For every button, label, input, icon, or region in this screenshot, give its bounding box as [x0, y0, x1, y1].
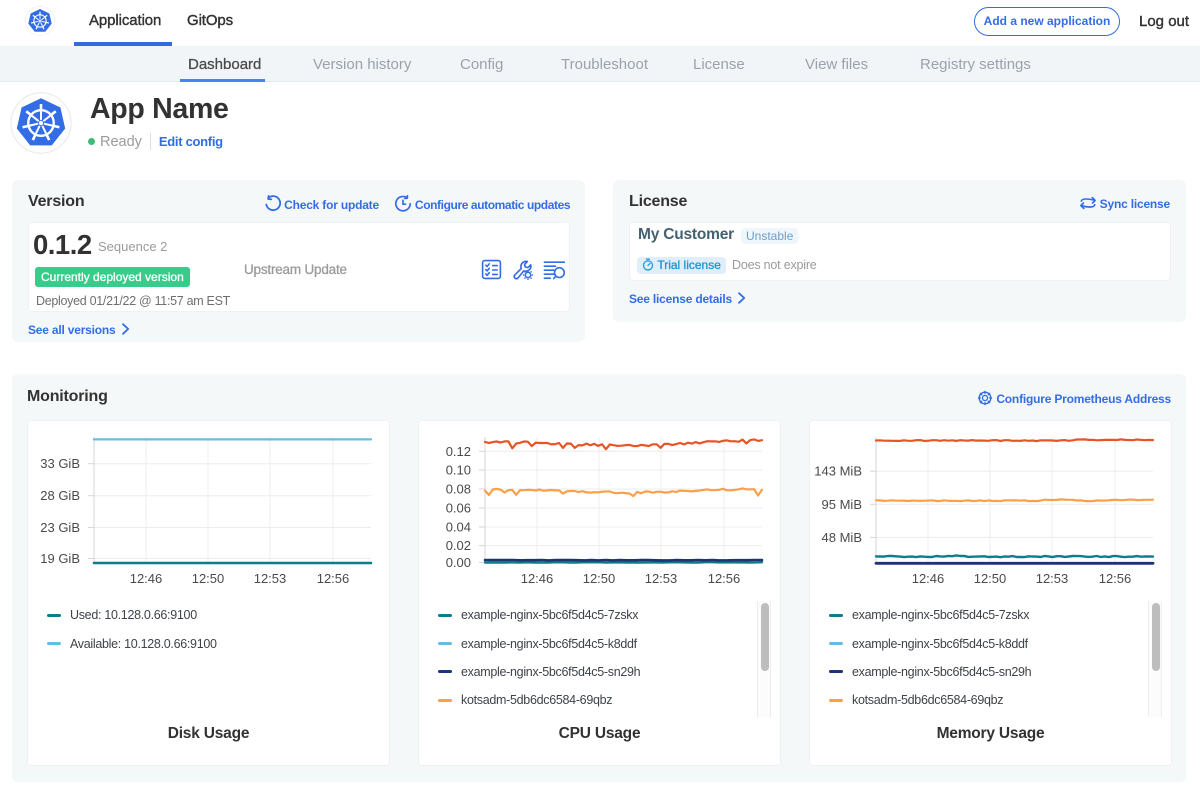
svg-text:0.06: 0.06: [446, 501, 471, 516]
svg-text:12:53: 12:53: [254, 571, 287, 586]
svg-text:12:46: 12:46: [912, 571, 945, 586]
svg-text:12:46: 12:46: [130, 571, 163, 586]
svg-text:0.12: 0.12: [446, 444, 471, 459]
svg-text:28 GiB: 28 GiB: [40, 488, 80, 503]
svg-text:33 GiB: 33 GiB: [40, 456, 80, 471]
svg-text:0.10: 0.10: [446, 463, 471, 478]
svg-text:12:50: 12:50: [583, 571, 616, 586]
svg-text:12:50: 12:50: [974, 571, 1007, 586]
svg-text:12:46: 12:46: [521, 571, 554, 586]
svg-text:48 MiB: 48 MiB: [822, 530, 862, 545]
svg-text:12:56: 12:56: [1099, 571, 1132, 586]
svg-text:0.04: 0.04: [446, 520, 471, 535]
svg-text:0.02: 0.02: [446, 538, 471, 553]
svg-text:23 GiB: 23 GiB: [40, 520, 80, 535]
svg-text:19 GiB: 19 GiB: [40, 551, 80, 566]
svg-text:143 MiB: 143 MiB: [814, 464, 862, 479]
svg-text:12:50: 12:50: [192, 571, 225, 586]
svg-text:95 MiB: 95 MiB: [822, 497, 862, 512]
svg-text:12:56: 12:56: [708, 571, 741, 586]
svg-text:0.00: 0.00: [446, 555, 471, 570]
svg-text:12:53: 12:53: [1036, 571, 1069, 586]
svg-text:12:53: 12:53: [645, 571, 678, 586]
svg-text:12:56: 12:56: [317, 571, 350, 586]
svg-text:0.08: 0.08: [446, 482, 471, 497]
